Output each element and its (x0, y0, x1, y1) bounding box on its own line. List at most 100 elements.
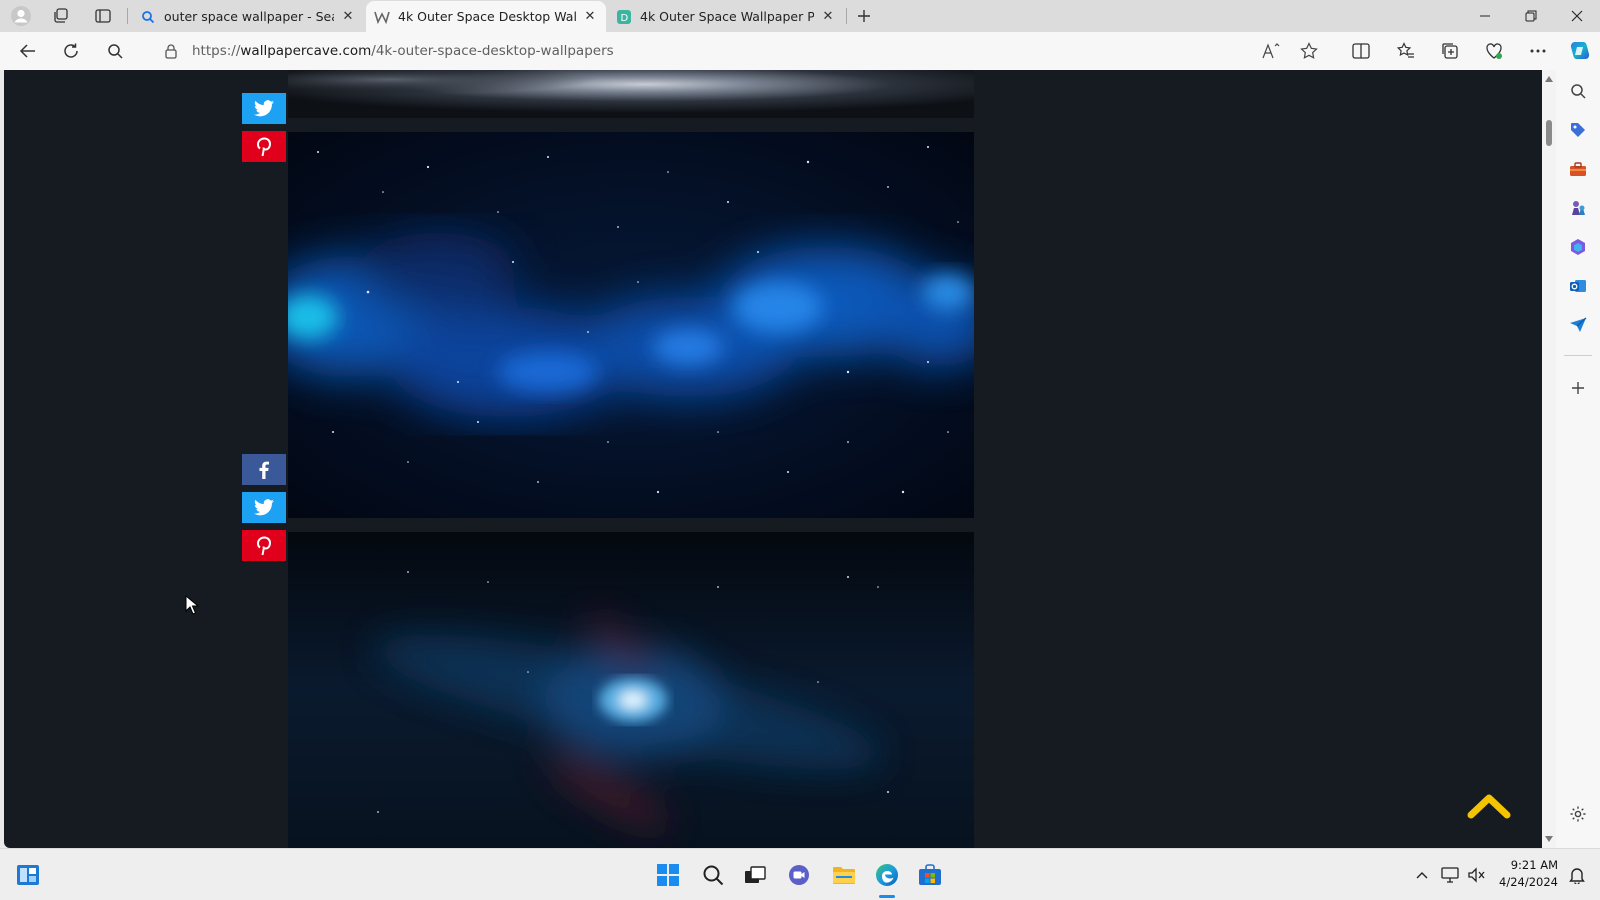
clock-time: 9:21 AM (1510, 858, 1558, 872)
outlook-icon (1570, 280, 1586, 292)
search-icon (1571, 84, 1586, 99)
widgets-button[interactable] (14, 861, 42, 889)
taskbar-search-button[interactable] (699, 861, 727, 889)
copilot-icon (1570, 42, 1590, 59)
d-favicon-icon: D (616, 9, 632, 25)
scroll-down-arrow-icon[interactable] (1545, 836, 1553, 842)
edge-browser-icon (876, 864, 898, 886)
back-button[interactable] (13, 37, 43, 65)
twitter-bird-icon (254, 499, 274, 516)
speaker-muted-icon (1468, 867, 1485, 883)
split-screen-icon (1352, 43, 1370, 59)
notification-bell-icon (1569, 868, 1585, 884)
close-tab-icon[interactable]: ✕ (820, 9, 836, 25)
tab-title: outer space wallpaper - Search (164, 9, 334, 24)
collections-button[interactable] (1435, 37, 1465, 65)
folder-icon (833, 867, 855, 884)
tab-actions-button[interactable] (90, 4, 116, 28)
copilot-button[interactable] (1565, 37, 1595, 65)
network-button[interactable] (1439, 861, 1461, 889)
task-view-button[interactable] (741, 861, 769, 889)
file-explorer-button[interactable] (830, 861, 858, 889)
tab-search[interactable]: outer space wallpaper - Search ✕ (132, 1, 364, 32)
twitter-share-button[interactable] (242, 93, 286, 124)
svg-text:D: D (621, 13, 629, 24)
new-tab-button[interactable] (851, 4, 877, 28)
url-text[interactable]: https://wallpapercave.com/4k-outer-space… (192, 43, 614, 59)
volume-button[interactable] (1465, 861, 1487, 889)
teams-chat-button[interactable] (786, 861, 814, 889)
twitter-share-button[interactable] (242, 492, 286, 523)
sidebar-add-button[interactable] (1567, 377, 1589, 399)
workspaces-button[interactable] (48, 4, 74, 28)
shopping-tag-icon (1571, 123, 1585, 137)
favorite-star-icon[interactable] (1300, 42, 1318, 60)
windows-taskbar: 9:21 AM 4/24/2024 (0, 848, 1600, 900)
restore-button[interactable] (1508, 0, 1554, 32)
vertical-scrollbar[interactable] (1542, 70, 1556, 848)
split-screen-button[interactable] (1346, 37, 1376, 65)
facebook-share-button[interactable] (242, 454, 286, 485)
edge-taskbar-button[interactable] (873, 861, 901, 889)
page-content (4, 70, 1542, 848)
chat-camera-icon (789, 865, 809, 885)
task-view-icon (745, 866, 766, 883)
edge-sidebar (1556, 70, 1600, 848)
profile-button[interactable] (8, 4, 34, 28)
search-button[interactable] (100, 37, 130, 65)
tab-wallpapercave[interactable]: 4k Outer Space Desktop Wallpapers ✕ (366, 1, 606, 32)
more-dots-icon (1530, 49, 1546, 53)
network-monitor-icon (1441, 867, 1459, 883)
refresh-button[interactable] (56, 37, 86, 65)
url-domain: wallpapercave.com (240, 43, 372, 59)
heart-pulse-icon (1486, 43, 1502, 59)
show-hidden-icons-button[interactable] (1412, 861, 1432, 889)
close-icon (1571, 10, 1583, 22)
sidebar-shopping-button[interactable] (1567, 119, 1589, 141)
profile-icon (11, 6, 31, 26)
wallpaper-image-2[interactable] (288, 132, 974, 518)
sidebar-search-button[interactable] (1567, 80, 1589, 102)
read-aloud-icon[interactable] (1262, 43, 1280, 59)
sidebar-settings-button[interactable] (1567, 803, 1589, 825)
tab-separator (846, 8, 847, 24)
minimize-button[interactable] (1462, 0, 1508, 32)
favorites-list-icon (1397, 42, 1414, 58)
favorites-button[interactable] (1391, 37, 1421, 65)
microsoft365-icon (1571, 239, 1585, 255)
scroll-up-arrow-icon[interactable] (1545, 76, 1553, 82)
pinterest-share-button[interactable] (242, 530, 286, 561)
pinterest-icon (256, 535, 272, 555)
tab-photos[interactable]: D 4k Outer Space Wallpaper Photos ✕ (608, 1, 844, 32)
close-window-button[interactable] (1554, 0, 1600, 32)
sidebar-microsoft365-button[interactable] (1567, 236, 1589, 258)
close-tab-icon[interactable]: ✕ (582, 9, 598, 25)
wallpaper-image-3[interactable] (288, 532, 974, 848)
start-button[interactable] (654, 861, 682, 889)
store-bag-icon (919, 864, 941, 885)
notifications-button[interactable] (1566, 861, 1588, 889)
address-bar[interactable]: https://wallpapercave.com/4k-outer-space… (150, 36, 1328, 66)
tab-title: 4k Outer Space Wallpaper Photos (640, 9, 814, 24)
settings-more-button[interactable] (1523, 37, 1553, 65)
close-tab-icon[interactable]: ✕ (340, 9, 356, 25)
scrollbar-thumb[interactable] (1546, 120, 1552, 146)
sidebar-outlook-button[interactable] (1567, 275, 1589, 297)
url-prefix: https:// (192, 43, 241, 59)
collections-icon (1442, 43, 1458, 59)
sidebar-games-button[interactable] (1567, 197, 1589, 219)
store-button[interactable] (916, 861, 944, 889)
minimize-icon (1480, 15, 1490, 17)
pinterest-share-button[interactable] (242, 131, 286, 162)
sidebar-tools-button[interactable] (1567, 158, 1589, 180)
back-arrow-icon (19, 44, 35, 58)
system-clock[interactable]: 9:21 AM 4/24/2024 (1494, 857, 1558, 891)
navigation-bar: https://wallpapercave.com/4k-outer-space… (0, 32, 1600, 70)
wallpaper-image-1[interactable] (288, 70, 974, 118)
active-app-indicator (879, 895, 895, 898)
browser-essentials-button[interactable] (1479, 37, 1509, 65)
windows-logo-icon (657, 864, 679, 886)
scroll-to-top-button[interactable] (1467, 790, 1511, 820)
facebook-f-icon (259, 461, 269, 479)
sidebar-send-button[interactable] (1567, 314, 1589, 336)
